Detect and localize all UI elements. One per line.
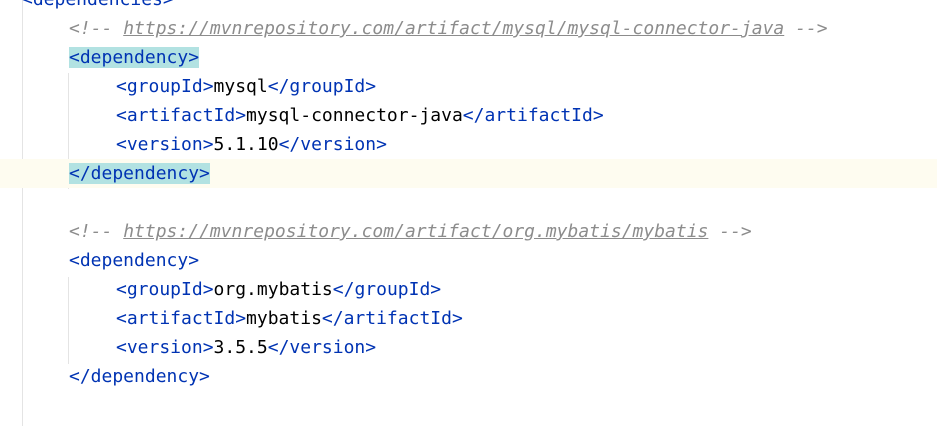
xml-tag: </version> — [278, 134, 387, 155]
code-line[interactable]: <version>5.1.10</version> — [0, 130, 937, 159]
code-line[interactable]: <dependencies> — [0, 0, 937, 14]
xml-tag: </groupId> — [267, 76, 377, 97]
xml-tag: <version> — [116, 134, 214, 155]
code-line[interactable]: </dependency> — [0, 362, 937, 391]
xml-tag: </dependency> — [69, 366, 210, 387]
code-line[interactable] — [0, 188, 937, 217]
code-line[interactable]: <artifactId>mybatis</artifactId> — [0, 304, 937, 333]
code-line[interactable]: <dependency> — [0, 246, 937, 275]
code-line[interactable]: <groupId>mysql</groupId> — [0, 72, 937, 101]
matched-tag: <dependency> — [69, 47, 200, 68]
xml-tag: <version> — [116, 337, 214, 358]
xml-tag: <artifactId> — [116, 308, 247, 329]
code-line[interactable]: <version>3.5.5</version> — [0, 333, 937, 362]
xml-tag: </version> — [267, 337, 377, 358]
xml-tag: <groupId> — [116, 279, 214, 300]
code-line[interactable]: <artifactId>mysql-connector-java</artifa… — [0, 101, 937, 130]
tag-value: mysql-connector-java — [246, 105, 463, 126]
xml-comment: <!-- — [69, 18, 124, 39]
code-editor[interactable]: <dependencies> <!-- https://mvnrepository… — [0, 0, 937, 426]
comment-link[interactable]: https://mvnrepository.com/artifact/org.m… — [123, 221, 708, 242]
xml-tag: </artifactId> — [462, 105, 604, 126]
code-line-current[interactable]: </dependency> — [0, 159, 937, 188]
xml-tag: </artifactId> — [321, 308, 463, 329]
xml-comment: --> — [708, 221, 752, 242]
tag-value: org.mybatis — [213, 279, 333, 300]
xml-comment: --> — [784, 18, 828, 39]
code-line[interactable]: <groupId>org.mybatis</groupId> — [0, 275, 937, 304]
xml-tag: <groupId> — [116, 76, 214, 97]
xml-tag: <artifactId> — [116, 105, 247, 126]
xml-tag: </groupId> — [332, 279, 442, 300]
code-line[interactable]: <!-- https://mvnrepository.com/artifact/… — [0, 14, 937, 43]
code-line[interactable]: <!-- https://mvnrepository.com/artifact/… — [0, 217, 937, 246]
xml-tag: <dependencies> — [22, 0, 174, 10]
xml-comment: <!-- — [69, 221, 124, 242]
comment-link[interactable]: https://mvnrepository.com/artifact/mysql… — [123, 18, 784, 39]
code-line[interactable]: <dependency> — [0, 43, 937, 72]
tag-value: mysql — [213, 76, 268, 97]
matched-tag: </dependency> — [69, 163, 210, 184]
tag-value: mybatis — [246, 308, 322, 329]
tag-value: 5.1.10 — [213, 134, 279, 155]
tag-value: 3.5.5 — [213, 337, 268, 358]
xml-tag: <dependency> — [69, 250, 200, 271]
